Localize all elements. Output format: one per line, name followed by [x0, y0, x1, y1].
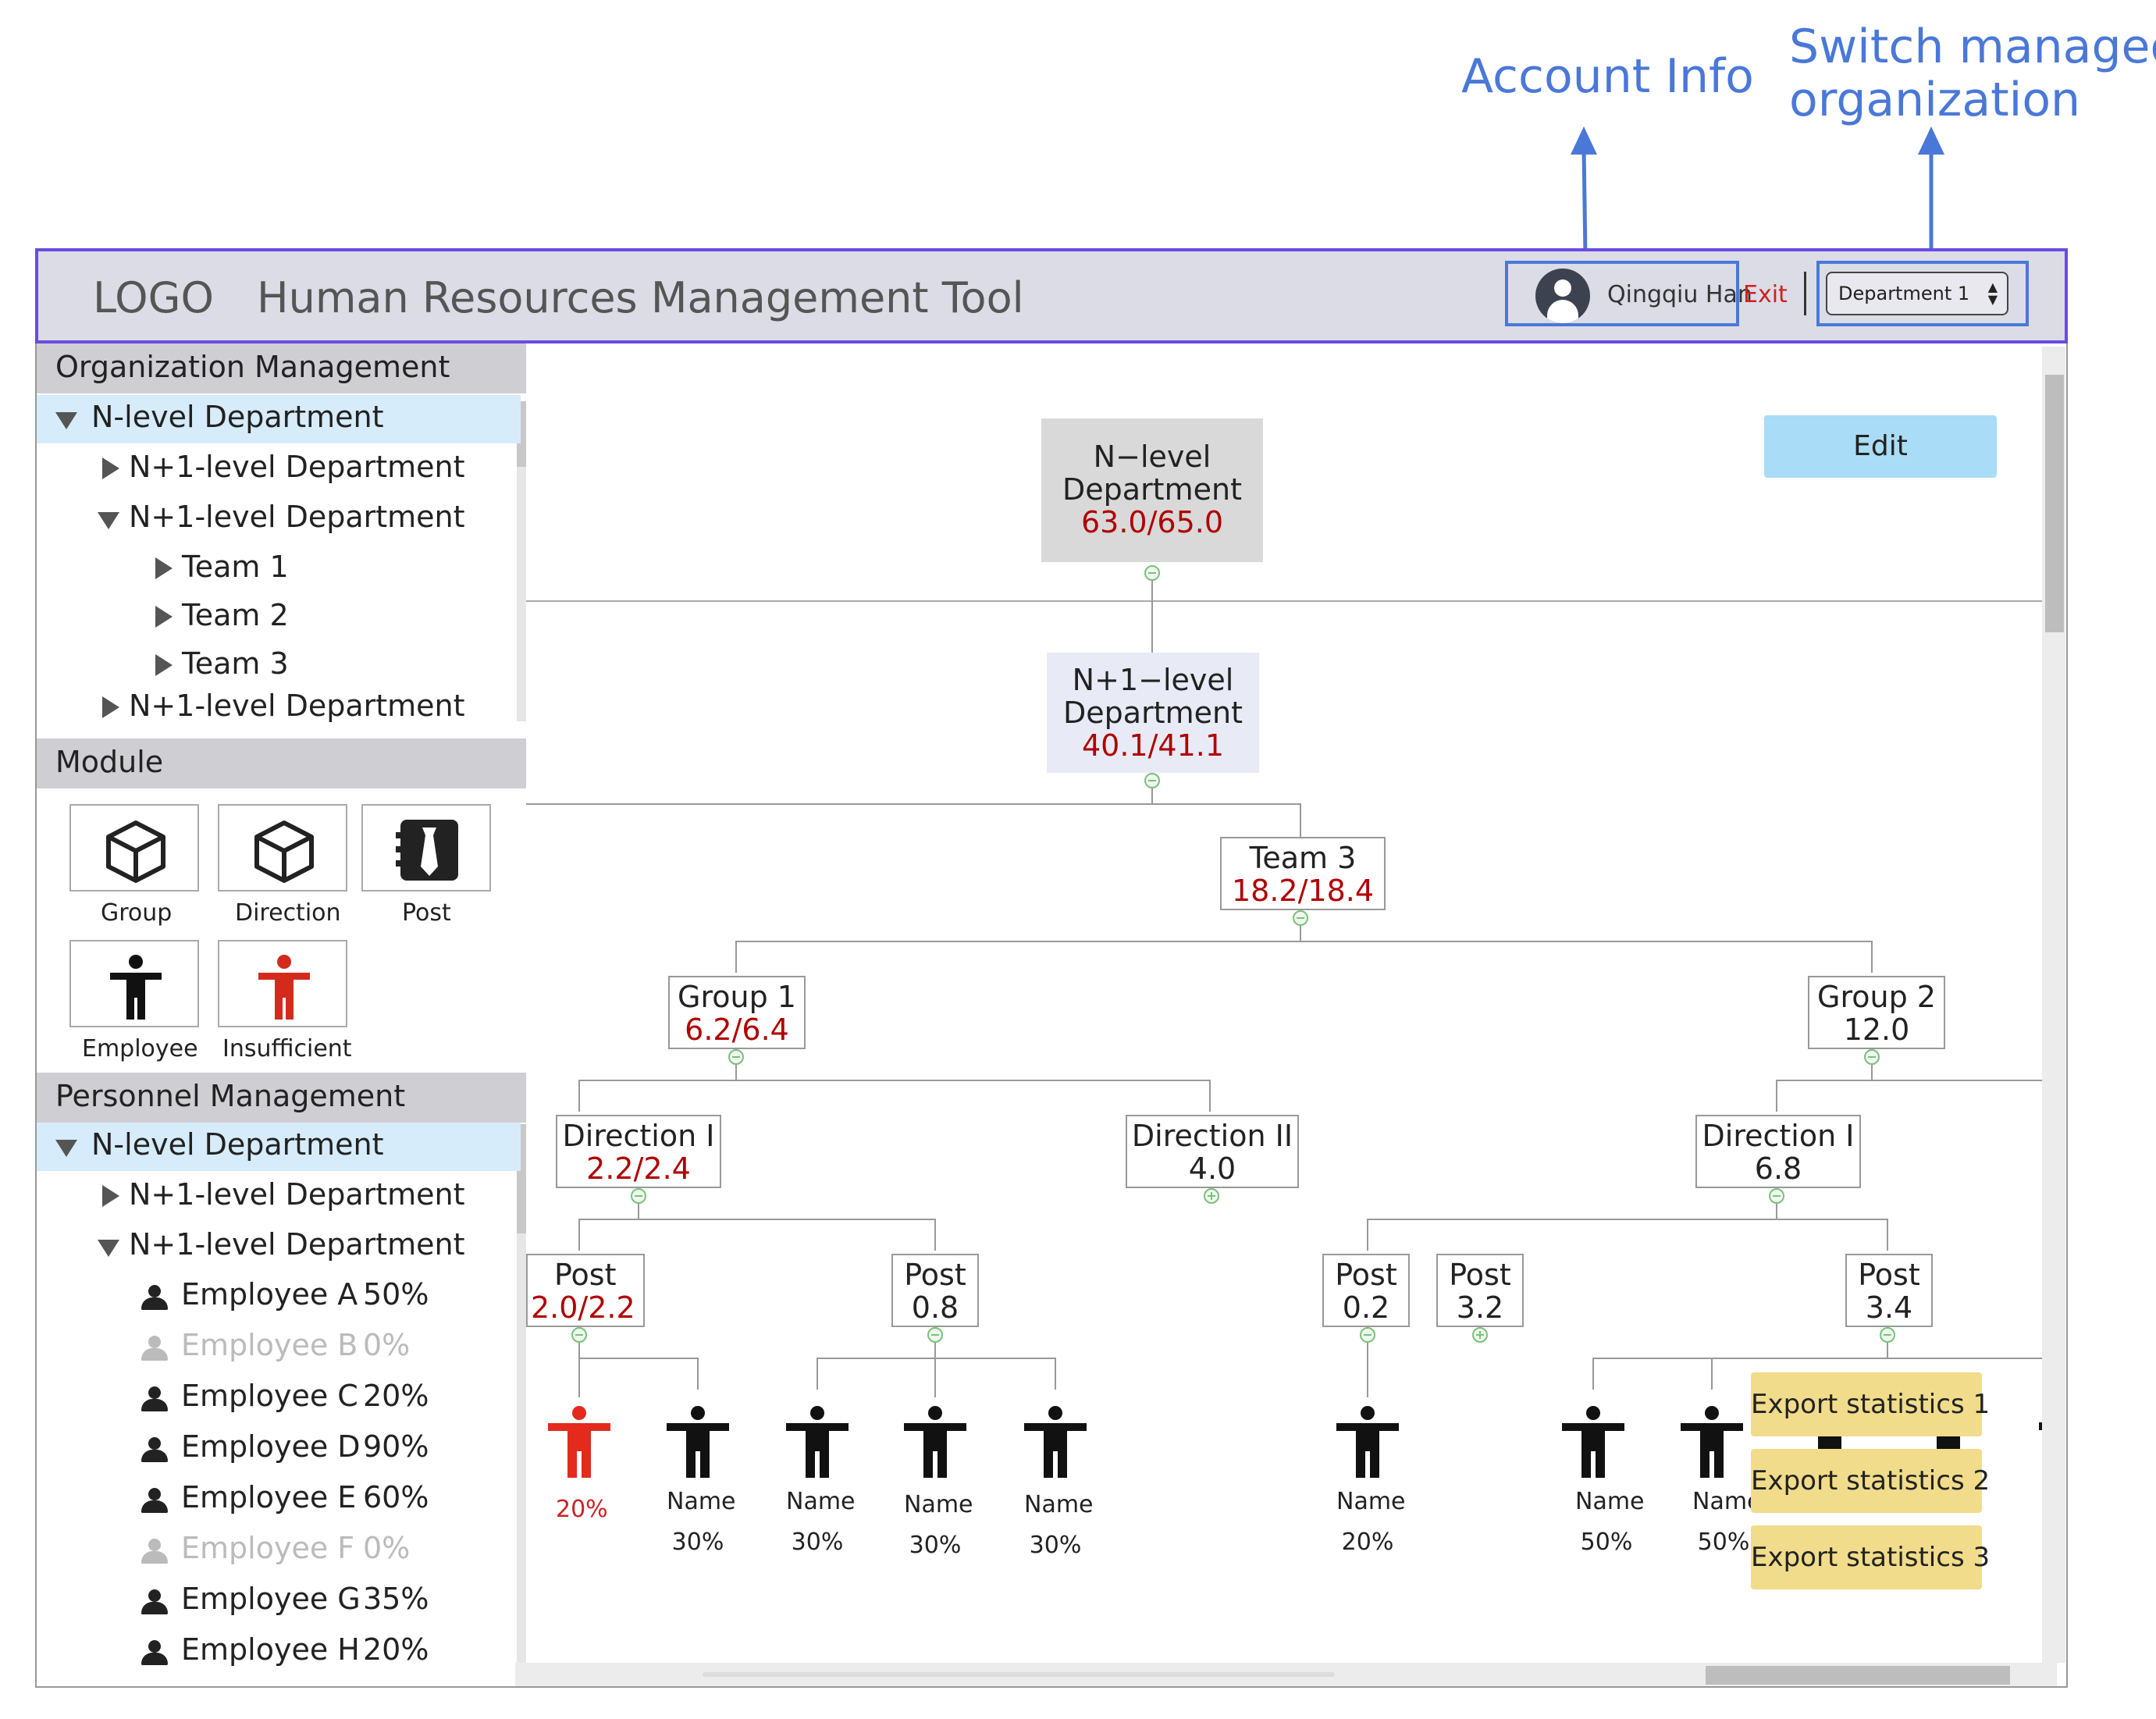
export-statistics-1-button[interactable]: Export statistics 1	[1751, 1372, 1990, 1436]
main-horizontal-scroll-thumb[interactable]	[1706, 1666, 2010, 1685]
person-figure-icon	[786, 1406, 849, 1478]
person-figure-icon	[667, 1406, 729, 1478]
figure-name: Name	[904, 1491, 973, 1518]
main-vertical-scrollbar[interactable]	[2042, 347, 2065, 1663]
figure-percent: 30%	[671, 1529, 724, 1556]
figure-percent: 50%	[1580, 1529, 1633, 1556]
figure-name: Name	[667, 1488, 736, 1515]
export-statistics-2-button[interactable]: Export statistics 2	[1751, 1449, 1990, 1513]
figure-name: Name	[1575, 1488, 1645, 1515]
figure-percent: 20%	[1341, 1529, 1394, 1556]
person-figure-icon	[1681, 1406, 1743, 1478]
main-horizontal-scrollbar[interactable]	[515, 1663, 2057, 1686]
person-figure-icon	[1562, 1406, 1624, 1478]
person-figure-icon	[1336, 1406, 1399, 1478]
figure-percent: 50%	[1697, 1529, 1750, 1556]
main-vertical-scroll-thumb[interactable]	[2045, 375, 2064, 632]
figure-name: Name	[1692, 1488, 1762, 1515]
figure-percent: 20%	[556, 1496, 608, 1523]
person-figure-icon	[904, 1406, 966, 1478]
figure-name: Name	[1024, 1491, 1094, 1518]
horizontal-scroll-track	[703, 1672, 1335, 1677]
figure-percent: 30%	[791, 1529, 844, 1556]
figure-percent: 30%	[1029, 1532, 1082, 1559]
person-figure-icon	[1024, 1406, 1087, 1478]
figure-name: Name	[1336, 1488, 1406, 1515]
person-figure-red-icon	[548, 1406, 610, 1478]
figure-name: Name	[786, 1488, 856, 1515]
export-statistics-3-button[interactable]: Export statistics 3	[1751, 1525, 1990, 1589]
figure-percent: 30%	[909, 1532, 962, 1559]
